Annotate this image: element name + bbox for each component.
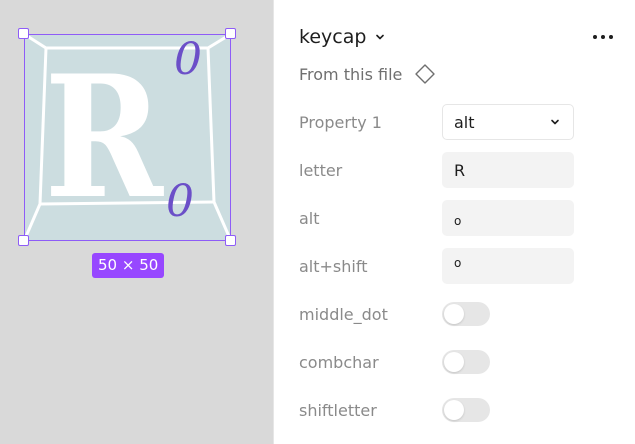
property-label: Property 1 [299, 112, 382, 132]
component-source[interactable]: From this file [299, 63, 436, 85]
design-canvas[interactable]: R 0 0 50 × 50 [0, 0, 273, 444]
shiftletter-toggle[interactable] [442, 398, 490, 422]
property-label: combchar [299, 352, 379, 372]
resize-handle-bottom-right[interactable] [225, 235, 236, 246]
letter-input[interactable]: R [442, 152, 574, 188]
resize-handle-bottom-left[interactable] [18, 235, 29, 246]
resize-handle-top-left[interactable] [18, 28, 29, 39]
dot-icon [601, 35, 605, 39]
property-1-select[interactable]: alt [442, 104, 574, 140]
alt-input[interactable]: o [442, 200, 574, 236]
chevron-down-icon [551, 119, 559, 125]
properties-panel: keycap From this file Property 1 alt let… [273, 0, 635, 444]
alt-glyph: 0 [174, 34, 202, 85]
alt-shift-input[interactable]: o [442, 248, 574, 284]
property-row-combchar: combchar [299, 344, 619, 380]
shift-glyph: 0 [166, 176, 194, 227]
size-badge: 50 × 50 [92, 253, 165, 278]
main-letter: R [44, 39, 164, 236]
resize-handle-top-right[interactable] [225, 28, 236, 39]
dot-icon [593, 35, 597, 39]
chevron-down-icon[interactable] [374, 31, 386, 43]
select-value: alt [454, 112, 475, 132]
toggle-knob [444, 352, 464, 372]
keycap-artwork: R 0 0 [24, 34, 231, 241]
property-label: alt+shift [299, 256, 368, 276]
property-label: alt [299, 208, 320, 228]
more-options-button[interactable] [589, 28, 617, 46]
toggle-knob [444, 400, 464, 420]
property-row-alt: alt o [299, 200, 619, 236]
combchar-toggle[interactable] [442, 350, 490, 374]
middle-dot-toggle[interactable] [442, 302, 490, 326]
property-row-middle-dot: middle_dot [299, 296, 619, 332]
property-row-property-1: Property 1 alt [299, 104, 619, 140]
property-label: letter [299, 160, 343, 180]
toggle-knob [444, 304, 464, 324]
source-label: From this file [299, 64, 403, 84]
property-row-alt-shift: alt+shift o [299, 248, 619, 284]
property-label: middle_dot [299, 304, 388, 324]
keycap-instance[interactable]: R 0 0 [24, 34, 231, 241]
property-row-letter: letter R [299, 152, 619, 188]
dot-icon [609, 35, 613, 39]
property-label: shiftletter [299, 400, 377, 420]
property-row-shiftletter: shiftletter [299, 392, 619, 428]
component-diamond-icon [415, 64, 436, 84]
component-name: keycap [299, 26, 367, 48]
component-header[interactable]: keycap [299, 26, 386, 48]
